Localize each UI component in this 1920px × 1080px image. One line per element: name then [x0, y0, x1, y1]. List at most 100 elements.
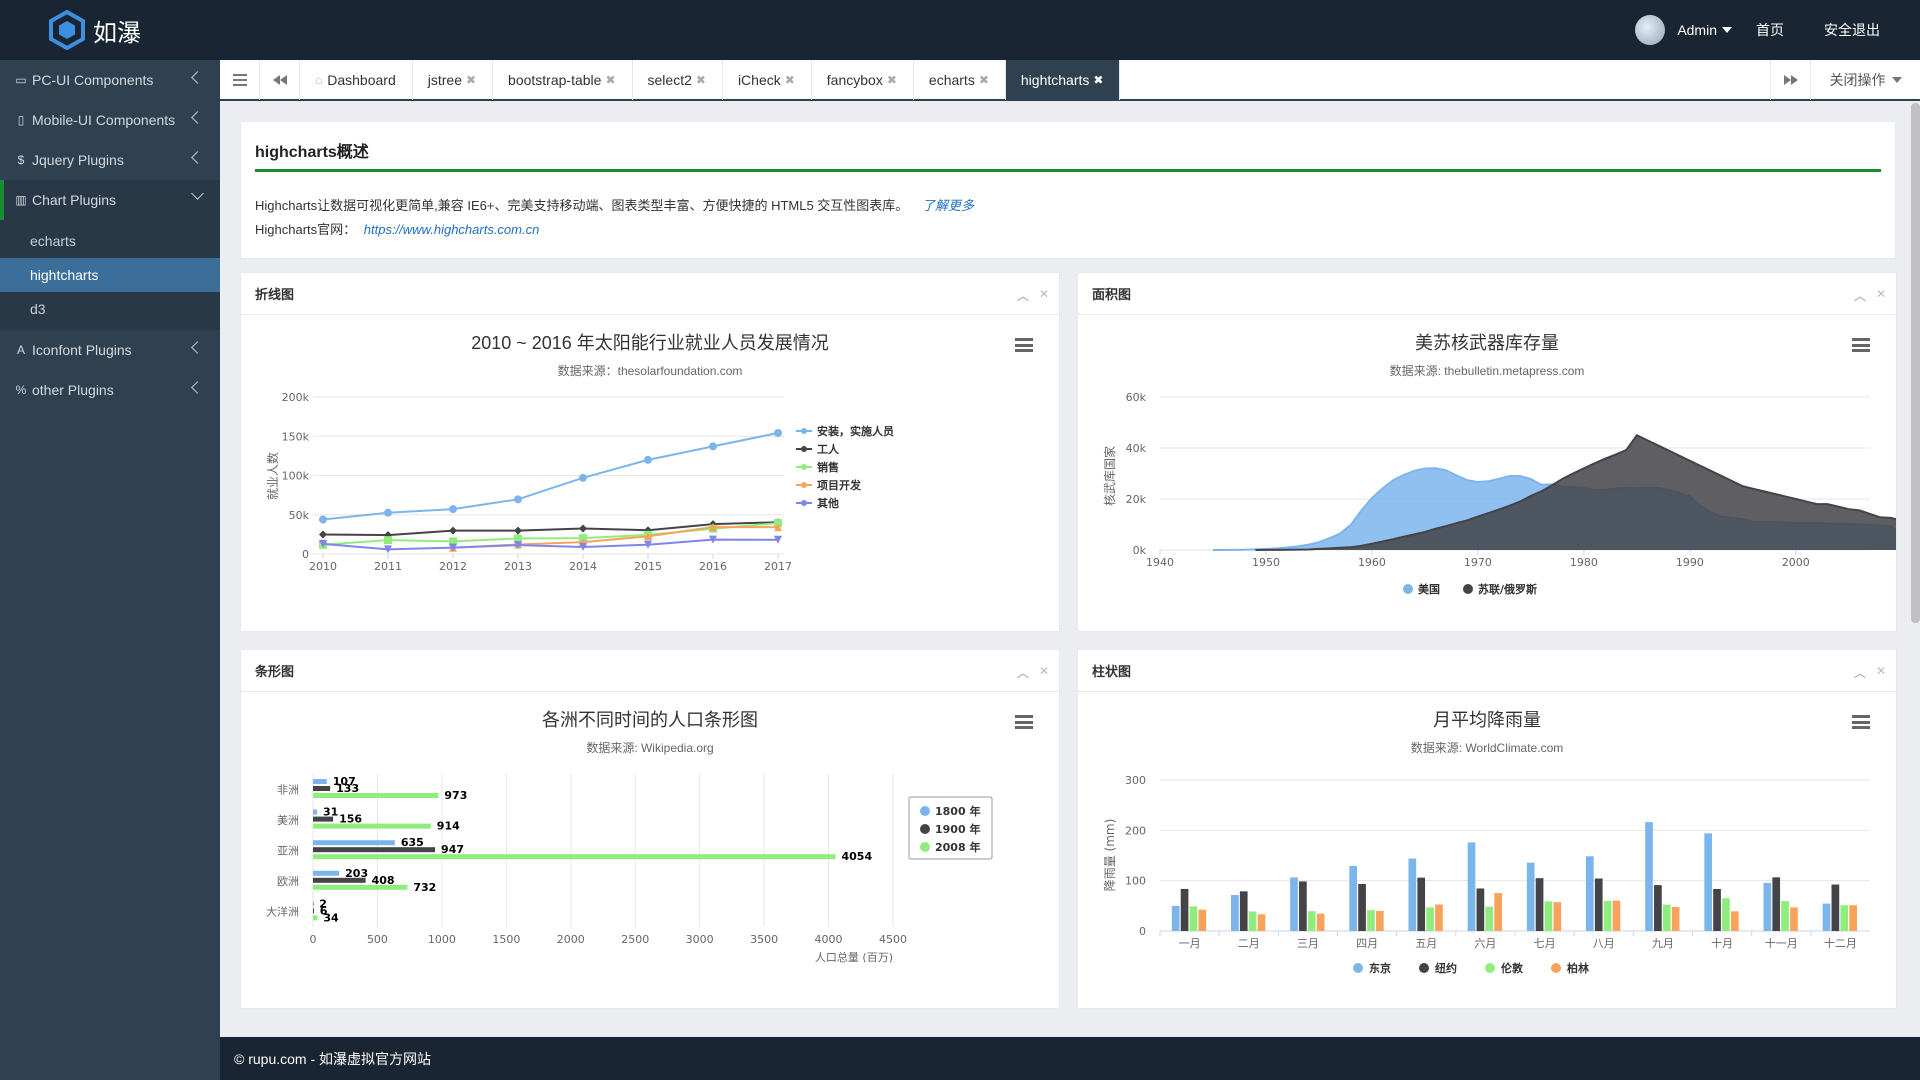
tab-echarts[interactable]: echarts ✖: [914, 60, 1006, 100]
category-label: 美洲: [277, 814, 299, 827]
tick-label: 3500: [750, 933, 778, 946]
tab-label: Dashboard: [327, 72, 396, 88]
tick-label: 1970: [1464, 556, 1492, 569]
tick-label: 0: [310, 933, 317, 946]
sidebar-item-iconfont-plugins[interactable]: A Iconfont Plugins: [0, 330, 220, 370]
sidebar-item-pc-ui-components[interactable]: ▭ PC-UI Components: [0, 60, 220, 100]
category-label: 七月: [1534, 937, 1556, 950]
close-operations-dropdown[interactable]: 关闭操作: [1810, 60, 1920, 100]
tab-icheck[interactable]: iCheck ✖: [723, 60, 812, 100]
tab-scroll-right-button[interactable]: [1770, 60, 1810, 100]
tab-jstree[interactable]: jstree ✖: [413, 60, 494, 100]
close-icon[interactable]: ✖: [785, 73, 795, 87]
chevron-up-icon[interactable]: ︿: [1854, 287, 1866, 304]
tab-fancybox[interactable]: fancybox ✖: [812, 60, 914, 100]
line-chart-panel: 折线图 ︿ ✕ 2010 ~ 2016 年太阳能行业就业人员发展情况 数据来源：t…: [240, 272, 1060, 632]
tick-label: 40k: [1126, 442, 1147, 455]
tab-hightcharts[interactable]: hightcharts ✖: [1005, 60, 1121, 100]
bar: [313, 793, 439, 798]
legend-marker: [1353, 963, 1363, 973]
legend-marker: [801, 500, 807, 506]
data-label: 732: [413, 881, 436, 894]
sidebar: ▭ PC-UI Components ▯ Mobile-UI Components $ J…: [0, 60, 220, 1080]
tick-label: 100k: [282, 470, 310, 483]
close-icon[interactable]: ✖: [466, 73, 476, 87]
footer-text: © rupu.com - 如瀑虚拟官方网站: [234, 1050, 432, 1067]
close-icon[interactable]: ✕: [1876, 664, 1886, 681]
close-icon[interactable]: ✕: [1039, 287, 1049, 304]
hamburger-icon: [232, 74, 247, 86]
legend-marker: [920, 824, 930, 834]
close-icon[interactable]: ✖: [1093, 73, 1103, 87]
tick-label: 2014: [569, 560, 597, 573]
chevron-icon: [191, 111, 204, 124]
category-label: 九月: [1652, 937, 1674, 950]
bar: [1831, 884, 1840, 931]
footer: © rupu.com - 如瀑虚拟官方网站: [220, 1037, 1920, 1080]
tab-dashboard[interactable]: ⌂ Dashboard: [300, 60, 413, 100]
bar: [313, 870, 340, 876]
sidebar-item-jquery-plugins[interactable]: $ Jquery Plugins: [0, 140, 220, 180]
close-icon[interactable]: ✕: [1876, 287, 1886, 304]
chevron-up-icon[interactable]: ︿: [1854, 664, 1866, 681]
menu-toggle-button[interactable]: [220, 60, 260, 100]
bar: [1494, 892, 1502, 931]
mobile-icon: ▯: [17, 113, 25, 127]
user-menu[interactable]: Admin: [1635, 15, 1732, 45]
scrollbar[interactable]: [1911, 103, 1920, 623]
sidebar-item-other-plugins[interactable]: % other Plugins: [0, 370, 220, 410]
bar: [1435, 904, 1443, 931]
category-label: 四月: [1356, 937, 1378, 950]
overview-divider: [255, 169, 1881, 172]
tick-label: 2010: [309, 560, 337, 573]
tick-label: 4000: [815, 933, 843, 946]
bar: [313, 847, 436, 853]
tab-bootstrap-table[interactable]: bootstrap-table ✖: [493, 60, 633, 100]
logout-link[interactable]: 安全退出: [1824, 20, 1880, 40]
data-point: [514, 495, 522, 504]
bar: [313, 908, 314, 914]
chevron-up-icon[interactable]: ︿: [1017, 664, 1029, 681]
data-point: [449, 505, 457, 514]
sidebar-item-mobile-ui-components[interactable]: ▯ Mobile-UI Components: [0, 100, 220, 140]
tab-label: echarts: [928, 72, 975, 88]
sidebar-subitem-d3[interactable]: d3: [0, 292, 220, 326]
brand-name: 如瀑: [93, 18, 141, 47]
legend-marker: [1485, 963, 1495, 973]
close-icon[interactable]: ✖: [696, 73, 706, 87]
line-chart: 0 50k 100k 150k 200k 2010 2011 2012 2013 2014 2015…: [265, 391, 894, 573]
bar: [1671, 907, 1680, 931]
top-bar: 如瀑 Admin 首页 安全退出: [0, 0, 1920, 60]
legend-marker: [801, 482, 807, 488]
close-icon[interactable]: ✖: [887, 73, 897, 87]
sidebar-subitem-hightcharts[interactable]: hightcharts: [0, 258, 220, 292]
close-icon[interactable]: ✖: [605, 73, 615, 87]
legend-marker: [801, 428, 807, 434]
sidebar-subitem-echarts[interactable]: echarts: [0, 224, 220, 258]
column-chart: 0 100 200 300 降雨量 (mm) 一月 二月 三月 四月 五月 六月 七月 八月 九月 十月 十一…: [1103, 774, 1870, 975]
site-link[interactable]: https://www.highcharts.com.cn: [364, 222, 540, 237]
tick-label: 0: [1139, 925, 1146, 938]
learn-more-link[interactable]: 了解更多: [922, 198, 974, 213]
category-label: 欧洲: [277, 875, 299, 888]
tick-label: 60k: [1126, 391, 1147, 404]
sidebar-item-chart-plugins[interactable]: ▥ Chart Plugins: [0, 180, 220, 220]
bar: [1307, 911, 1316, 931]
bar: [313, 786, 331, 791]
legend-marker: [801, 446, 807, 452]
close-icon[interactable]: ✕: [1039, 664, 1049, 681]
bar: [1358, 883, 1366, 931]
tab-scroll-left-button[interactable]: [260, 60, 300, 100]
home-link[interactable]: 首页: [1756, 20, 1784, 40]
chevron-up-icon[interactable]: ︿: [1017, 287, 1029, 304]
sidebar-item-label: other Plugins: [32, 382, 114, 398]
tab-label: hightcharts: [1020, 72, 1090, 88]
close-icon[interactable]: ✖: [979, 73, 989, 87]
tab-select2[interactable]: select2 ✖: [633, 60, 723, 100]
category-label: 三月: [1297, 937, 1319, 950]
tick-label: 2012: [439, 560, 467, 573]
logo[interactable]: 如瀑: [49, 10, 141, 50]
bar: [313, 884, 408, 890]
legend-item: 美国: [1418, 582, 1440, 596]
bar: [1704, 833, 1713, 931]
